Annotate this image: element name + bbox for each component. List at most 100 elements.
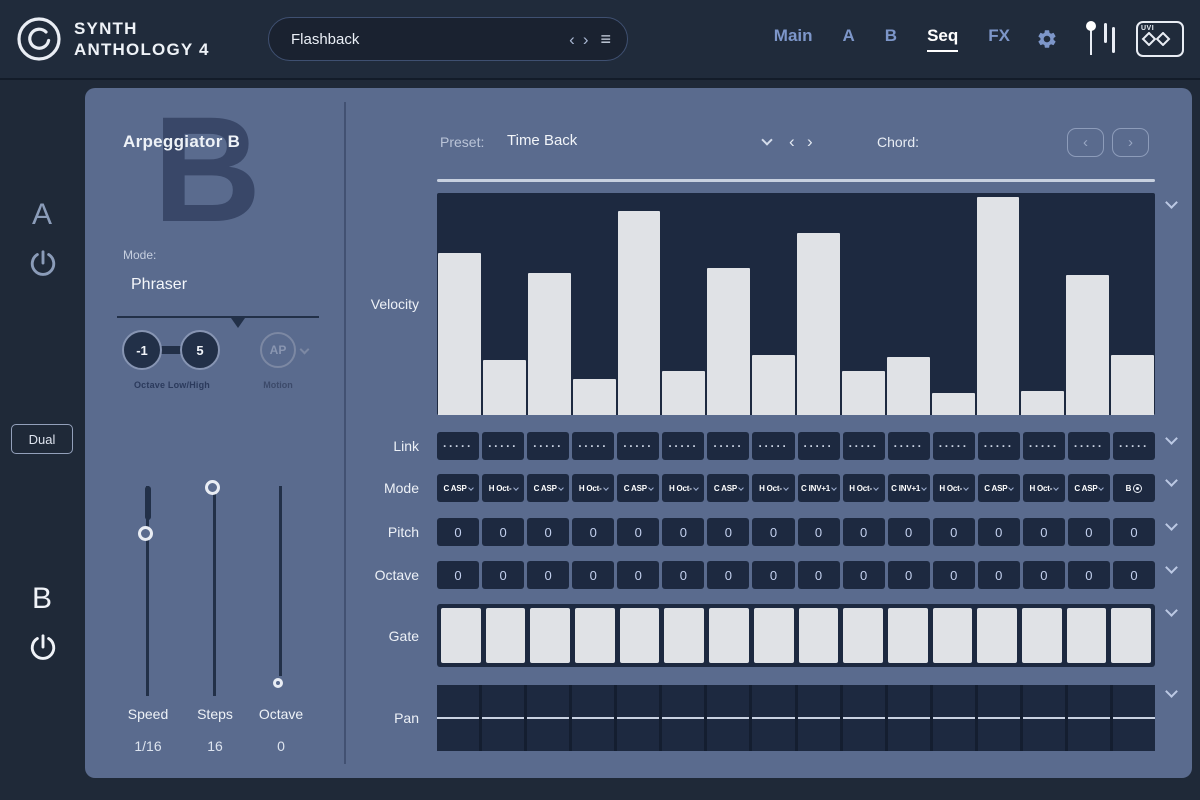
- pitch-cell-8[interactable]: 0: [752, 518, 794, 546]
- gate-cell-1[interactable]: [441, 608, 481, 663]
- velocity-bar-16[interactable]: [1111, 355, 1154, 415]
- mode-cell-1[interactable]: C ASP: [437, 474, 479, 502]
- mode-cell-8[interactable]: H Oct-: [752, 474, 794, 502]
- octave-cell-8[interactable]: 0: [752, 561, 794, 589]
- octave-high-knob[interactable]: 5: [180, 330, 220, 370]
- link-cell-14[interactable]: ·····: [1023, 432, 1065, 460]
- pan-cell-11[interactable]: [888, 685, 930, 751]
- octave-low-knob[interactable]: -1: [122, 330, 162, 370]
- seq-preset-next-icon[interactable]: ›: [807, 133, 813, 150]
- pitch-cell-1[interactable]: 0: [437, 518, 479, 546]
- velocity-graph[interactable]: [437, 193, 1155, 415]
- gate-cell-11[interactable]: [888, 608, 928, 663]
- preset-next-icon[interactable]: ›: [579, 31, 593, 48]
- velocity-bar-9[interactable]: [797, 233, 840, 415]
- link-cell-13[interactable]: ·····: [978, 432, 1020, 460]
- gate-cell-16[interactable]: [1111, 608, 1151, 663]
- link-cell-12[interactable]: ·····: [933, 432, 975, 460]
- pan-cell-1[interactable]: [437, 685, 479, 751]
- pitch-cell-13[interactable]: 0: [978, 518, 1020, 546]
- link-cell-6[interactable]: ·····: [662, 432, 704, 460]
- seq-preset-value[interactable]: Time Back: [507, 132, 577, 149]
- mode-cell-2[interactable]: H Oct-: [482, 474, 524, 502]
- octave-cell-5[interactable]: 0: [617, 561, 659, 589]
- velocity-bar-3[interactable]: [528, 273, 571, 415]
- pitch-cell-15[interactable]: 0: [1068, 518, 1110, 546]
- seq-preset-chevron-icon[interactable]: [761, 134, 772, 145]
- pitch-cell-11[interactable]: 0: [888, 518, 930, 546]
- dual-mode-button[interactable]: Dual: [11, 424, 73, 454]
- octave-cell-7[interactable]: 0: [707, 561, 749, 589]
- layer-a-label[interactable]: A: [0, 198, 85, 232]
- octave-slider-track[interactable]: [279, 486, 282, 676]
- octave-cell-13[interactable]: 0: [978, 561, 1020, 589]
- velocity-zoom-bar[interactable]: [437, 179, 1155, 182]
- mode-cell-14[interactable]: H Oct-: [1023, 474, 1065, 502]
- gate-cell-10[interactable]: [843, 608, 883, 663]
- pitch-cell-4[interactable]: 0: [572, 518, 614, 546]
- octave-cell-11[interactable]: 0: [888, 561, 930, 589]
- mode-cell-16[interactable]: B: [1113, 474, 1155, 502]
- preset-menu-icon[interactable]: ≡: [600, 30, 611, 48]
- mode-cell-10[interactable]: H Oct-: [843, 474, 885, 502]
- velocity-bar-2[interactable]: [483, 360, 526, 416]
- octave-cell-10[interactable]: 0: [843, 561, 885, 589]
- pitch-cell-9[interactable]: 0: [798, 518, 840, 546]
- pitch-cell-6[interactable]: 0: [662, 518, 704, 546]
- octave-cell-16[interactable]: 0: [1113, 561, 1155, 589]
- octave-slider-handle[interactable]: [273, 678, 283, 688]
- pan-cell-5[interactable]: [617, 685, 659, 751]
- link-cell-2[interactable]: ·····: [482, 432, 524, 460]
- mode-cell-11[interactable]: C INV+1: [888, 474, 930, 502]
- mode-cell-6[interactable]: H Oct-: [662, 474, 704, 502]
- layer-a-power-icon[interactable]: [28, 248, 58, 283]
- velocity-bar-13[interactable]: [977, 197, 1020, 415]
- gate-cell-4[interactable]: [575, 608, 615, 663]
- global-preset-selector[interactable]: Flashback ‹ › ≡: [268, 17, 628, 61]
- octave-cell-3[interactable]: 0: [527, 561, 569, 589]
- octave-cell-9[interactable]: 0: [798, 561, 840, 589]
- volume-handle[interactable]: [1086, 21, 1096, 31]
- pitch-cell-7[interactable]: 0: [707, 518, 749, 546]
- mode-cell-12[interactable]: H Oct-: [933, 474, 975, 502]
- nav-main[interactable]: Main: [774, 26, 813, 52]
- velocity-bar-6[interactable]: [662, 371, 705, 415]
- gate-cell-6[interactable]: [664, 608, 704, 663]
- pan-cell-14[interactable]: [1023, 685, 1065, 751]
- gate-cell-12[interactable]: [933, 608, 973, 663]
- link-expand-chevron-icon[interactable]: [1165, 432, 1178, 445]
- pitch-cell-5[interactable]: 0: [617, 518, 659, 546]
- velocity-expand-chevron-icon[interactable]: [1165, 196, 1178, 209]
- link-cell-16[interactable]: ·····: [1113, 432, 1155, 460]
- octave-cell-12[interactable]: 0: [933, 561, 975, 589]
- pan-cell-12[interactable]: [933, 685, 975, 751]
- motion-knob[interactable]: AP: [260, 332, 296, 368]
- velocity-bar-4[interactable]: [573, 379, 616, 415]
- nav-seq[interactable]: Seq: [927, 26, 958, 52]
- pan-cell-3[interactable]: [527, 685, 569, 751]
- nav-a[interactable]: A: [843, 26, 855, 52]
- gate-cell-14[interactable]: [1022, 608, 1062, 663]
- pitch-expand-chevron-icon[interactable]: [1165, 518, 1178, 531]
- velocity-bar-8[interactable]: [752, 355, 795, 415]
- octave-cell-1[interactable]: 0: [437, 561, 479, 589]
- pan-cell-13[interactable]: [978, 685, 1020, 751]
- gate-cell-8[interactable]: [754, 608, 794, 663]
- seq-preset-prev-icon[interactable]: ‹: [789, 133, 795, 150]
- link-cell-1[interactable]: ·····: [437, 432, 479, 460]
- pan-cell-7[interactable]: [707, 685, 749, 751]
- gate-cell-13[interactable]: [977, 608, 1017, 663]
- gate-cell-15[interactable]: [1067, 608, 1107, 663]
- octave-cell-14[interactable]: 0: [1023, 561, 1065, 589]
- steps-slider-handle[interactable]: [205, 480, 220, 495]
- velocity-bar-14[interactable]: [1021, 391, 1064, 415]
- pan-cell-6[interactable]: [662, 685, 704, 751]
- pan-cell-16[interactable]: [1113, 685, 1155, 751]
- chevron-down-icon[interactable]: [300, 345, 310, 355]
- octave-slider-value[interactable]: 0: [241, 738, 321, 754]
- velocity-bar-5[interactable]: [618, 211, 661, 415]
- chord-prev-button[interactable]: ‹: [1067, 128, 1104, 157]
- link-cell-10[interactable]: ·····: [843, 432, 885, 460]
- link-cell-11[interactable]: ·····: [888, 432, 930, 460]
- octave-cell-6[interactable]: 0: [662, 561, 704, 589]
